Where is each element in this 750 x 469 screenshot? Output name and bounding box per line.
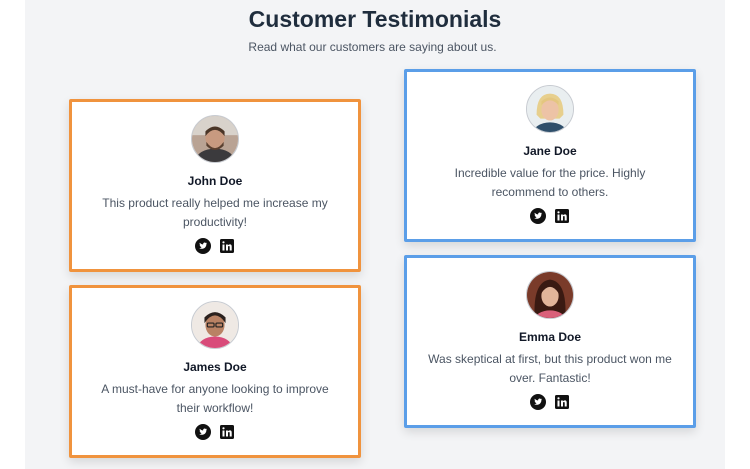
testimonial-name: Emma Doe (518, 330, 582, 344)
twitter-icon[interactable] (530, 208, 546, 224)
linkedin-icon[interactable] (219, 424, 235, 440)
testimonial-card-john: John Doe This product really helped me i… (69, 99, 361, 272)
linkedin-icon[interactable] (219, 238, 235, 254)
avatar (526, 271, 574, 319)
testimonial-quote: This product really helped me increase m… (102, 196, 328, 229)
social-links (407, 394, 693, 410)
avatar (526, 85, 574, 133)
social-links (72, 424, 358, 440)
linkedin-icon[interactable] (554, 208, 570, 224)
testimonial-name: Jane Doe (523, 144, 577, 158)
linkedin-icon[interactable] (554, 394, 570, 410)
testimonial-quote: Incredible value for the price. Highly r… (454, 166, 646, 199)
testimonial-card-emma: Emma Doe Was skeptical at first, but thi… (404, 255, 696, 428)
social-links (72, 238, 358, 254)
testimonial-name: John Doe (187, 174, 243, 188)
social-links (407, 208, 693, 224)
testimonial-card-jane: Jane Doe Incredible value for the price.… (404, 69, 696, 242)
avatar (191, 115, 239, 163)
testimonial-quote: A must-have for anyone looking to improv… (101, 382, 329, 415)
page-title: Customer Testimonials (248, 6, 502, 32)
twitter-icon[interactable] (195, 424, 211, 440)
testimonial-card-james: James Doe A must-have for anyone looking… (69, 285, 361, 458)
twitter-icon[interactable] (195, 238, 211, 254)
testimonial-quote: Was skeptical at first, but this product… (428, 352, 672, 385)
avatar (191, 301, 239, 349)
page-subtitle: Read what our customers are saying about… (248, 40, 497, 54)
twitter-icon[interactable] (530, 394, 546, 410)
testimonial-name: James Doe (183, 360, 247, 374)
